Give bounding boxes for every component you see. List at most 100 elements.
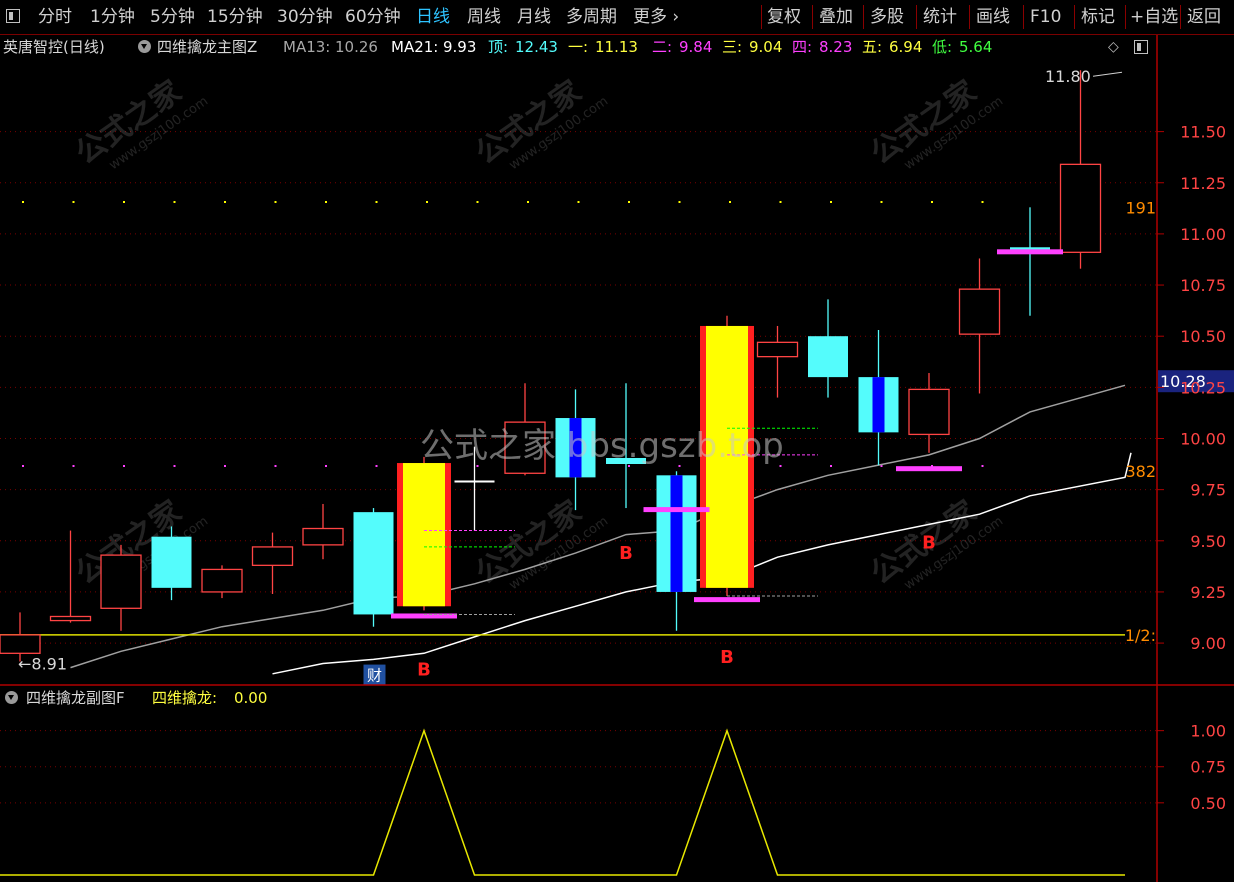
dot-marker — [628, 465, 630, 467]
candle-6 — [302, 503, 344, 560]
dot-marker — [123, 465, 125, 467]
candle-2 — [100, 544, 142, 631]
candle-body — [151, 536, 192, 588]
candle-body — [49, 615, 92, 622]
candle-13 — [656, 471, 697, 631]
dot-marker — [981, 465, 984, 467]
y-tick-label: 10.25 — [1180, 378, 1226, 397]
candle-body — [251, 546, 294, 566]
candle-body — [353, 512, 394, 615]
dot-marker — [678, 465, 681, 467]
dot-marker — [224, 465, 226, 467]
y-tick-label: 11.25 — [1180, 174, 1226, 193]
magenta-support-bar — [694, 597, 760, 603]
candle-4 — [201, 565, 243, 599]
dot-marker — [325, 465, 327, 467]
kline-chart[interactable]: 公式之家www.gszj100.com 公式之家www.gszj100.com 公式… — [0, 0, 1234, 882]
candle-body — [100, 554, 142, 609]
candle-19 — [958, 258, 1001, 394]
magenta-support-bar — [643, 507, 710, 513]
sub-indicator-line — [0, 728, 1125, 876]
dot-marker — [779, 201, 782, 203]
candle-16 — [808, 299, 848, 398]
candle-body — [403, 463, 445, 607]
candle-8 — [397, 456, 451, 611]
finance-badge: 财 — [367, 667, 382, 685]
y-tick-label: 11.50 — [1180, 123, 1226, 142]
dot-marker — [173, 465, 176, 467]
dot-marker — [274, 201, 277, 203]
dot-marker — [375, 201, 378, 203]
level-label: 1/2: — [1125, 626, 1156, 645]
candle-14 — [700, 315, 754, 597]
candle-body — [302, 527, 344, 546]
watermark: 公式之家www.gszj100.com — [70, 74, 211, 173]
dot-marker — [729, 201, 731, 203]
candle-core — [670, 475, 683, 592]
dot-marker — [527, 201, 529, 203]
candle-body — [756, 341, 799, 358]
y-tick-label: 9.25 — [1190, 583, 1226, 602]
candle-body — [958, 288, 1001, 335]
high-marker: 11.80 — [1045, 67, 1091, 86]
y-tick-label: 9.75 — [1190, 481, 1226, 500]
watermark: 公式之家www.gszj100.com — [470, 74, 611, 173]
candle-18 — [908, 373, 950, 453]
dot-marker — [678, 201, 681, 203]
candle-body — [908, 388, 950, 436]
buy-signal: B — [417, 659, 431, 680]
buy-signal: B — [922, 533, 936, 554]
dot-marker — [476, 201, 479, 203]
dot-marker — [72, 201, 75, 203]
y-tick-label: 9.50 — [1190, 532, 1226, 551]
high-marker-arrow — [1092, 71, 1123, 77]
y-tick-label: 11.00 — [1180, 225, 1226, 244]
dot-marker — [72, 465, 75, 467]
dot-marker — [779, 465, 782, 467]
y-tick-label: 10.50 — [1180, 327, 1226, 346]
candle-11 — [555, 389, 596, 511]
candle-body — [706, 325, 748, 588]
candle-17 — [858, 330, 899, 466]
dot-marker — [123, 201, 125, 203]
candle-body — [808, 336, 848, 378]
buy-signal: B — [720, 647, 734, 668]
y-tick-label: 10.00 — [1180, 429, 1226, 448]
candle-21 — [1059, 70, 1102, 269]
candle-core — [569, 418, 582, 478]
dot-marker — [22, 465, 24, 467]
dot-marker — [981, 201, 984, 203]
candle-core — [872, 377, 885, 433]
dot-marker — [224, 201, 226, 203]
buy-signal: B — [619, 543, 633, 564]
candle-10 — [504, 383, 546, 476]
dot-marker — [426, 201, 428, 203]
candle-5 — [251, 532, 294, 594]
dot-marker — [880, 201, 883, 203]
sub-y-tick-label: 0.50 — [1190, 794, 1226, 813]
y-tick-label: 10.75 — [1180, 276, 1226, 295]
candle-15 — [756, 325, 799, 398]
candle-body — [0, 634, 41, 654]
dot-marker — [325, 201, 327, 203]
low-marker: ←8.91 — [18, 654, 67, 673]
watermark: 公式之家www.gszj100.com — [865, 74, 1006, 173]
candle-body — [606, 457, 646, 464]
dot-marker — [830, 201, 832, 203]
sub-y-tick-label: 1.00 — [1190, 722, 1226, 741]
candle-9 — [454, 446, 495, 531]
candle-20 — [1010, 207, 1050, 316]
dot-marker — [628, 201, 630, 203]
candle-body — [504, 421, 546, 474]
y-tick-label: 9.00 — [1190, 634, 1226, 653]
dot-marker — [274, 465, 277, 467]
candle-body — [201, 568, 243, 593]
dot-marker — [22, 201, 24, 203]
dot-marker — [830, 465, 832, 467]
level-label: 191 — [1125, 198, 1156, 217]
dot-marker — [173, 201, 176, 203]
candle-body — [1059, 163, 1102, 253]
dot-marker — [577, 201, 580, 203]
sub-y-tick-label: 0.75 — [1190, 758, 1226, 777]
dot-marker — [476, 465, 479, 467]
